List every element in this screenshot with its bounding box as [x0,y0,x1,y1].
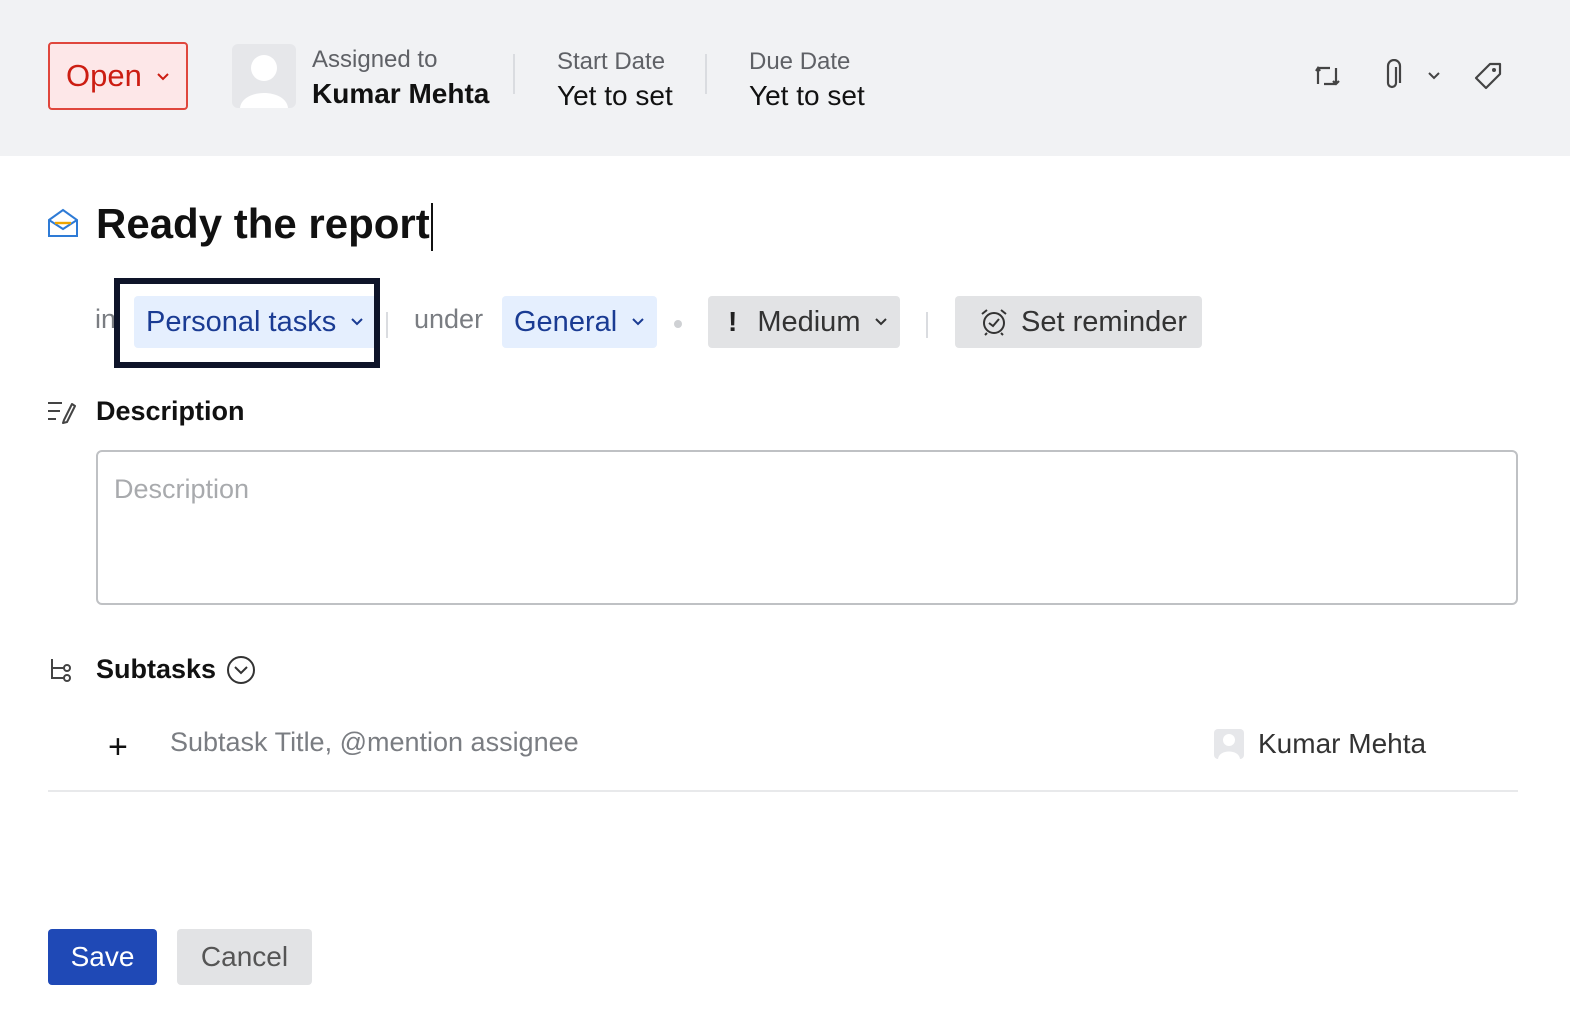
priority-dropdown[interactable]: ! Medium [708,296,900,348]
task-title[interactable]: Ready the report [96,200,433,251]
start-date-field[interactable]: Start Date Yet to set [557,48,673,112]
status-label: Open [66,58,142,93]
text-cursor [430,202,433,251]
mail-open-icon [46,206,80,245]
description-heading: Description [46,396,245,427]
task-title-text: Ready the report [96,200,430,247]
start-date-value: Yet to set [557,80,673,111]
save-button[interactable]: Save [48,929,157,985]
divider [386,312,388,338]
subtask-assignee-name: Kumar Mehta [1258,728,1427,759]
section-name: General [514,305,618,338]
chevron-down-icon[interactable] [1424,66,1444,86]
divider [513,54,515,94]
chevron-down-icon [631,317,645,327]
in-label: in [95,304,117,334]
alarm-clock-icon [979,307,1009,337]
due-date-label: Due Date [749,48,851,75]
swap-icon[interactable] [1312,58,1348,94]
priority-icon: ! [728,306,738,337]
divider [926,312,928,338]
set-reminder-button[interactable]: Set reminder [955,296,1202,348]
chevron-down-icon [874,317,888,327]
priority-label: Medium [757,305,861,338]
subtasks-heading-text: Subtasks [96,654,217,684]
subtasks-heading: Subtasks [46,654,256,685]
set-reminder-label: Set reminder [1021,305,1188,338]
tag-icon[interactable] [1470,56,1506,96]
section-dropdown[interactable]: General [502,296,658,348]
assignee-field[interactable]: Assigned to Kumar Mehta [312,46,489,110]
cancel-button[interactable]: Cancel [177,929,312,985]
subtask-assignee-avatar [1214,729,1244,759]
highlight-frame [114,278,380,368]
task-header-bar: Open Assigned to Kumar Mehta Start Date … [0,0,1570,156]
divider [705,54,707,94]
due-date-field[interactable]: Due Date Yet to set [749,48,865,112]
bullet-separator [674,320,682,328]
status-dropdown[interactable]: Open [48,42,188,110]
due-date-value: Yet to set [749,80,865,111]
subtask-tree-icon [46,656,96,684]
task-title-row: Ready the report [46,200,433,251]
description-input[interactable] [96,450,1518,605]
under-label: under [414,304,484,334]
assignee-avatar[interactable] [232,44,296,108]
subtask-title-input[interactable] [168,726,1072,759]
assigned-to-label: Assigned to [312,46,438,73]
chevron-down-icon [156,72,170,82]
add-subtask-row: + Kumar Mehta [48,712,1518,792]
assignee-name: Kumar Mehta [312,78,490,109]
chevron-circle-down-icon[interactable] [226,655,256,685]
subtask-assignee[interactable]: Kumar Mehta [1214,728,1426,760]
attachment-icon[interactable] [1378,56,1406,96]
description-heading-text: Description [96,396,245,426]
add-subtask-plus-icon[interactable]: + [108,728,128,767]
description-edit-icon [46,398,96,426]
start-date-label: Start Date [557,48,666,75]
